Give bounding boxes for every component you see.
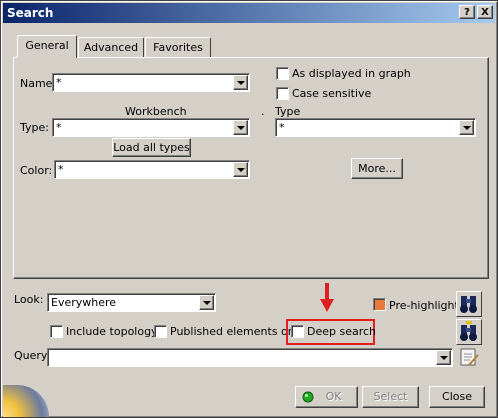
- pre-highlight-checkbox[interactable]: [373, 298, 386, 311]
- chevron-down-icon[interactable]: [436, 350, 451, 365]
- search-button[interactable]: [456, 291, 482, 317]
- case-sensitive-checkbox[interactable]: [276, 87, 289, 100]
- close-button[interactable]: Close: [429, 386, 485, 408]
- as-displayed-label: As displayed in graph: [292, 67, 411, 80]
- type-combo[interactable]: *: [52, 118, 250, 137]
- published-only-label: Published elements only: [170, 325, 305, 338]
- type-right-combo[interactable]: *: [275, 118, 476, 137]
- include-topology-label: Include topology: [66, 325, 158, 338]
- tab-label: Favorites: [153, 41, 203, 54]
- type-right-value: *: [279, 121, 285, 134]
- query-edit-icon: [460, 348, 479, 366]
- pre-highlight-label: Pre-highlight: [389, 299, 459, 312]
- help-button[interactable]: ?: [459, 5, 475, 19]
- color-value: *: [58, 163, 64, 176]
- more-button[interactable]: More...: [351, 158, 403, 179]
- load-all-types-button[interactable]: Load all types: [112, 138, 191, 157]
- select-button[interactable]: Select: [362, 386, 419, 408]
- chevron-down-icon[interactable]: [199, 295, 214, 310]
- as-displayed-checkbox[interactable]: [276, 67, 289, 80]
- look-label: Look:: [14, 293, 44, 306]
- title-bar: Search: [3, 3, 495, 23]
- type-header: Type: [275, 105, 301, 118]
- separator-dot: .: [261, 105, 265, 118]
- search-add-binoculars-icon: [460, 321, 477, 341]
- query-edit-button[interactable]: [458, 346, 480, 368]
- type-value: *: [56, 121, 62, 134]
- query-input[interactable]: [47, 348, 453, 367]
- color-combo[interactable]: *: [54, 160, 250, 179]
- name-label: Name:: [20, 77, 57, 90]
- deep-search-label: Deep search: [307, 325, 377, 338]
- chevron-down-icon[interactable]: [233, 75, 248, 90]
- chevron-down-icon[interactable]: [233, 162, 248, 177]
- name-combo[interactable]: *: [52, 73, 250, 92]
- tab-favorites[interactable]: Favorites: [145, 37, 211, 57]
- decorative-logo: [3, 385, 49, 417]
- chevron-down-icon[interactable]: [233, 120, 248, 135]
- name-value: *: [56, 76, 62, 89]
- search-add-button[interactable]: [456, 319, 482, 345]
- ok-label: OK: [325, 390, 342, 403]
- case-sensitive-label: Case sensitive: [292, 87, 372, 100]
- ok-green-dot-icon: [302, 391, 314, 403]
- arrow-down-icon: [320, 283, 334, 312]
- search-binoculars-icon: [460, 296, 477, 313]
- type-label: Type:: [20, 121, 49, 134]
- look-value: Everywhere: [51, 296, 117, 309]
- chevron-down-icon[interactable]: [459, 120, 474, 135]
- color-label: Color:: [20, 164, 53, 177]
- query-label: Query:: [14, 349, 51, 362]
- ok-button[interactable]: OK: [295, 386, 358, 408]
- tab-advanced[interactable]: Advanced: [78, 37, 144, 57]
- close-icon[interactable]: X: [477, 5, 493, 19]
- workbench-label: Workbench: [125, 105, 187, 118]
- look-combo[interactable]: Everywhere: [47, 293, 216, 312]
- tab-label: Advanced: [83, 41, 139, 54]
- published-only-checkbox[interactable]: [154, 325, 167, 338]
- window-title: Search: [7, 6, 54, 20]
- search-dialog: Search ? X General Advanced Favorites Na…: [0, 0, 498, 418]
- include-topology-checkbox[interactable]: [50, 325, 63, 338]
- tab-general[interactable]: General: [17, 35, 77, 58]
- tab-label: General: [25, 39, 69, 52]
- deep-search-checkbox[interactable]: [291, 325, 304, 338]
